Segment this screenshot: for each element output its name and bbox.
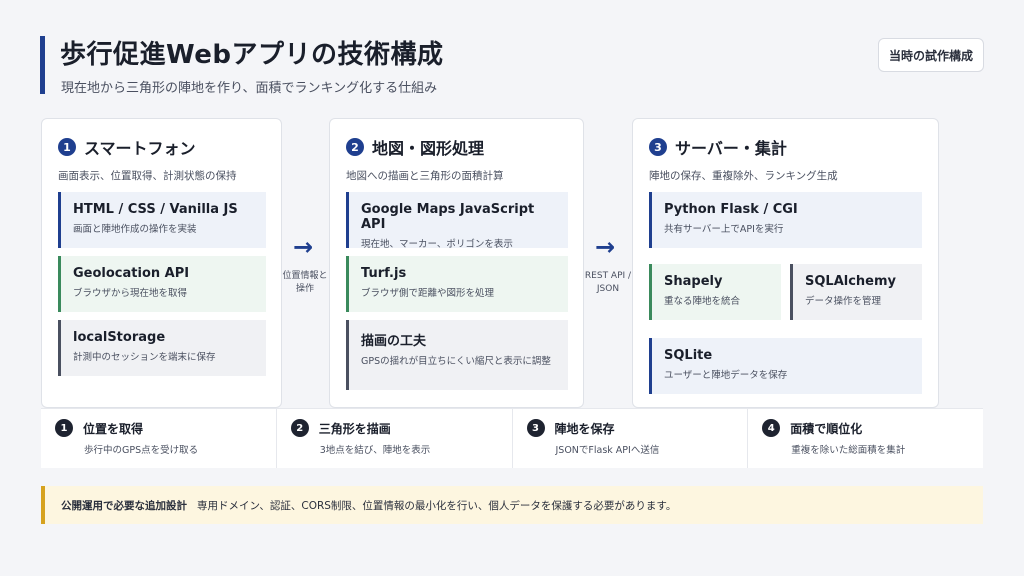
- card-title: 地図・図形処理: [372, 139, 485, 158]
- tech-box-title: Google Maps JavaScript API: [361, 202, 535, 232]
- step-title: 陣地を保存: [554, 421, 615, 436]
- card-title: スマートフォン: [84, 139, 196, 158]
- tech-box-title: Python Flask / CGI: [664, 202, 798, 217]
- tech-box-title: 描画の工夫: [361, 334, 427, 349]
- tech-box-localstorage: localStorage 計測中のセッションを端末に保存: [58, 320, 266, 376]
- card-description: 画面表示、位置取得、計測状態の保持: [58, 170, 237, 182]
- tech-box-title: Shapely: [664, 274, 723, 289]
- tech-box-title: SQLAlchemy: [805, 274, 897, 289]
- note-text: 専用ドメイン、認証、CORS制限、位置情報の最小化を行い、個人データを保護する必…: [197, 499, 677, 512]
- card-description: 地図への描画と三角形の面積計算: [346, 170, 504, 182]
- tech-box-desc: 画面と陣地作成の操作を実装: [73, 224, 197, 235]
- tech-box-desc: 現在地、マーカー、ポリゴンを表示: [361, 239, 513, 250]
- arrow-label: REST API / JSON: [582, 270, 634, 295]
- tech-box-html-css-js: HTML / CSS / Vanilla JS 画面と陣地作成の操作を実装: [58, 192, 266, 248]
- step-number-badge: 3: [526, 419, 545, 437]
- step-desc: JSONでFlask APIへ送信: [555, 445, 660, 456]
- page-subtitle: 現在地から三角形の陣地を作り、面積でランキング化する仕組み: [61, 81, 438, 96]
- step-title: 面積で順位化: [790, 421, 863, 436]
- arrow-label-line: 位置情報と: [282, 271, 328, 281]
- tech-box-geolocation: Geolocation API ブラウザから現在地を取得: [58, 256, 266, 312]
- arrow-right-icon: →: [595, 233, 616, 261]
- tech-box-desc: ユーザーと陣地データを保存: [664, 370, 788, 381]
- card-number-badge: 1: [58, 138, 76, 156]
- tech-box-sqlalchemy: SQLAlchemy データ操作を管理: [790, 264, 922, 320]
- tech-box-title: SQLite: [664, 348, 713, 363]
- title-accent-bar: [40, 36, 45, 94]
- card-map-geometry: 2 地図・図形処理 地図への描画と三角形の面積計算 Google Maps Ja…: [329, 118, 584, 408]
- step-title: 三角形を描画: [318, 421, 391, 436]
- card-number-badge: 2: [346, 138, 364, 156]
- page-title: 歩行促進Webアプリの技術構成: [60, 40, 444, 70]
- tech-box-title: Geolocation API: [73, 266, 190, 281]
- tech-box-google-maps: Google Maps JavaScript API 現在地、マーカー、ポリゴン…: [346, 192, 568, 250]
- card-title: サーバー・集計: [675, 139, 787, 158]
- tech-box-desc: ブラウザ側で距離や図形を処理: [361, 288, 495, 299]
- step-title: 位置を取得: [83, 421, 144, 436]
- tech-box-sqlite: SQLite ユーザーと陣地データを保存: [649, 338, 922, 394]
- prototype-config-button[interactable]: 当時の試作構成: [878, 38, 984, 72]
- card-smartphone: 1 スマートフォン 画面表示、位置取得、計測状態の保持 HTML / CSS /…: [41, 118, 282, 408]
- tech-box-drawing-tips: 描画の工夫 GPSの揺れが目立ちにくい縮尺と表示に調整: [346, 320, 568, 390]
- step-get-location: 1 位置を取得 歩行中のGPS点を受け取る: [41, 409, 277, 468]
- tech-box-desc: 共有サーバー上でAPIを実行: [664, 224, 784, 235]
- step-number-badge: 1: [55, 419, 73, 437]
- tech-box-shapely: Shapely 重なる陣地を統合: [649, 264, 781, 320]
- tech-box-title: Turf.js: [361, 266, 407, 281]
- step-number-badge: 4: [762, 419, 781, 437]
- arrow-label: 位置情報と 操作: [279, 270, 331, 295]
- arrow-label-line: REST API /: [584, 271, 632, 281]
- note-label: 公開運用で必要な追加設計: [61, 499, 187, 512]
- tech-box-flask-cgi: Python Flask / CGI 共有サーバー上でAPIを実行: [649, 192, 922, 248]
- arrow-label-line: JSON: [596, 283, 620, 294]
- tech-box-desc: 計測中のセッションを端末に保存: [73, 352, 216, 363]
- step-draw-triangle: 2 三角形を描画 3地点を結び、陣地を表示: [277, 409, 513, 468]
- step-desc: 歩行中のGPS点を受け取る: [84, 445, 199, 456]
- tech-box-title: HTML / CSS / Vanilla JS: [73, 202, 238, 217]
- arrow-right-icon: →: [293, 233, 314, 261]
- arrow-label-line: 操作: [295, 283, 314, 294]
- tech-box-turfjs: Turf.js ブラウザ側で距離や図形を処理: [346, 256, 568, 312]
- tech-box-desc: データ操作を管理: [805, 296, 882, 307]
- card-number-badge: 3: [649, 138, 667, 156]
- tech-box-title: localStorage: [73, 330, 166, 345]
- step-desc: 重複を除いた総面積を集計: [791, 445, 906, 456]
- tech-box-desc: 重なる陣地を統合: [664, 296, 741, 307]
- tech-box-desc: GPSの揺れが目立ちにくい縮尺と表示に調整: [361, 356, 551, 367]
- step-desc: 3地点を結び、陣地を表示: [319, 445, 431, 456]
- card-server-aggregation: 3 サーバー・集計 陣地の保存、重複除外、ランキング生成 Python Flas…: [632, 118, 939, 408]
- tech-box-desc: ブラウザから現在地を取得: [73, 288, 188, 299]
- step-rank-by-area: 4 面積で順位化 重複を除いた総面積を集計: [748, 409, 983, 468]
- card-description: 陣地の保存、重複除外、ランキング生成: [649, 170, 838, 182]
- process-steps: 1 位置を取得 歩行中のGPS点を受け取る 2 三角形を描画 3地点を結び、陣地…: [41, 408, 983, 468]
- step-save-territory: 3 陣地を保存 JSONでFlask APIへ送信: [513, 409, 749, 468]
- public-operation-note: 公開運用で必要な追加設計 専用ドメイン、認証、CORS制限、位置情報の最小化を行…: [41, 486, 983, 524]
- step-number-badge: 2: [290, 419, 309, 437]
